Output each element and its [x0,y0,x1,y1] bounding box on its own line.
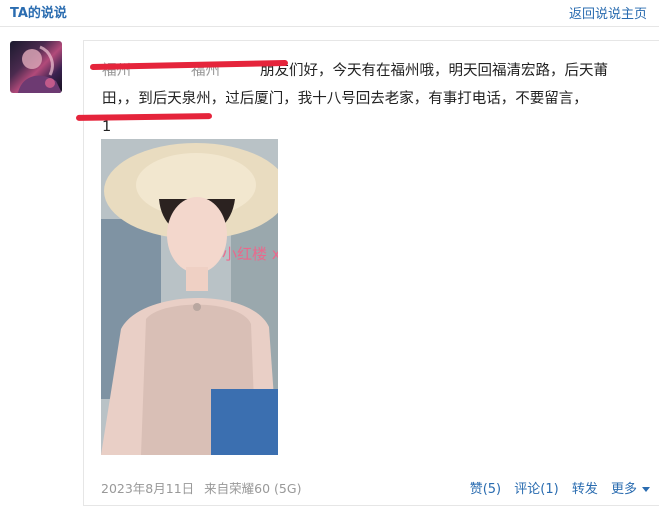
post-actions: 赞(5) 评论(1) 转发 更多 [461,478,650,497]
comment-button[interactable]: 评论(1) [514,482,558,497]
chevron-down-icon [642,487,650,492]
share-button[interactable]: 转发 [572,482,598,497]
post-photo[interactable]: 小红楼 xiaohonglou.link [101,139,278,455]
post-card: 福州 福州 朋友们好，今天有在福州哦，明天回福清宏路，后天莆 田，，到后天泉州，过后… [75,40,659,506]
more-button[interactable]: 更多 [611,482,650,497]
page-title: TA的说说 [10,6,67,21]
post-meta: 2023年8月11日 来自荣耀60 (5G) [101,478,311,497]
post-text-line-2: 田，，到后天泉州，过后厦门，我十八号回去老家，有事打电话，不要留言， [102,91,588,107]
post-device: 来自荣耀60 (5G) [204,481,302,496]
post-date: 2023年8月11日 [101,481,195,496]
page-header: TA的说说 返回说说主页 [0,0,659,27]
like-button[interactable]: 赞(5) [470,482,501,497]
photo-watermark: 小红楼 xiaohonglou.link [222,245,278,263]
post-text: 福州 福州 朋友们好，今天有在福州哦，明天回福清宏路，后天莆 田，，到后天泉州，过后… [102,57,652,141]
more-label: 更多 [610,482,637,497]
back-to-feed-link[interactable]: 返回说说主页 [569,3,659,22]
avatar[interactable] [10,41,62,93]
